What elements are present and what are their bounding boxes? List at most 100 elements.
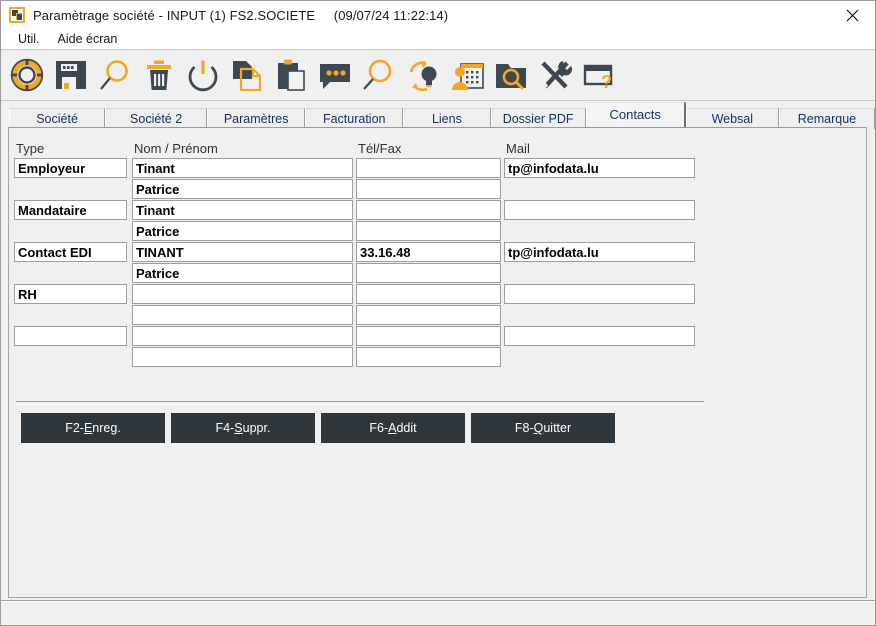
title-bar: Paramètrage société - INPUT (1) FS2.SOCI… — [1, 1, 875, 29]
tab-dossier-pdf[interactable]: Dossier PDF — [490, 108, 586, 129]
contact-tel-field[interactable] — [356, 242, 501, 262]
contact-type-field-placeholder — [14, 221, 127, 241]
tab-param-tres[interactable]: Paramètres — [207, 108, 306, 129]
power-icon[interactable] — [181, 53, 225, 97]
svg-text:?: ? — [601, 72, 612, 92]
contact-row — [14, 158, 704, 179]
magnifier-icon[interactable] — [93, 53, 137, 97]
toolbar: ? — [1, 50, 875, 101]
contact-name-field[interactable] — [132, 347, 353, 367]
contact-tel-field[interactable] — [356, 221, 501, 241]
contact-mail-field[interactable] — [504, 200, 695, 220]
contact-type-field[interactable] — [14, 200, 127, 220]
contact-row — [14, 200, 704, 221]
button-label-prefix: F6- — [369, 421, 389, 435]
contact-name-field[interactable] — [132, 284, 353, 304]
tab-soci-t-2[interactable]: Société 2 — [105, 108, 208, 129]
contact-mail-field[interactable] — [504, 326, 695, 346]
contact-name-field[interactable] — [132, 200, 353, 220]
contact-name-field[interactable] — [132, 221, 353, 241]
menu-item-util[interactable]: Util. — [9, 32, 49, 46]
contact-name-field[interactable] — [132, 305, 353, 325]
button-label-mnemonic: S — [234, 421, 243, 435]
menu-item-aide-ecran[interactable]: Aide écran — [49, 32, 127, 46]
contact-tel-field[interactable] — [356, 179, 501, 199]
form-rows — [14, 158, 704, 368]
contact-type-field[interactable] — [14, 284, 127, 304]
contact-type-field[interactable] — [14, 158, 127, 178]
contact-row — [14, 263, 704, 284]
contact-tel-field[interactable] — [356, 200, 501, 220]
contact-row — [14, 326, 704, 347]
folder-search-icon[interactable] — [489, 53, 533, 97]
contact-mail-field[interactable] — [504, 242, 695, 262]
copy-pages-icon[interactable] — [225, 53, 269, 97]
tab-bar: Société Société 2 Paramètres Facturation Lie… — [1, 101, 875, 129]
contact-tel-field[interactable] — [356, 284, 501, 304]
contact-name-field[interactable] — [132, 242, 353, 262]
tab-liens[interactable]: Liens — [403, 108, 491, 129]
save-button[interactable]: F2- Enreg. — [21, 413, 165, 443]
button-label-prefix: F8- — [514, 421, 534, 435]
refresh-bulb-icon[interactable] — [401, 53, 445, 97]
tab-soci-t[interactable]: Société — [9, 108, 106, 129]
contact-tel-field[interactable] — [356, 305, 501, 325]
column-header-type: Type — [16, 140, 45, 156]
contact-type-field-placeholder — [14, 179, 127, 199]
contact-mail-field-placeholder — [504, 347, 695, 367]
contact-tel-field[interactable] — [356, 158, 501, 178]
lifebuoy-icon[interactable] — [5, 53, 49, 97]
contacts-panel: Type Nom / Prénom Tél/Fax Mail F2-Enreg.… — [8, 127, 867, 598]
window-title: Paramètrage société - INPUT (1) FS2.SOCI… — [33, 7, 449, 23]
add-button[interactable]: F6- Addit — [321, 413, 465, 443]
contact-name-field[interactable] — [132, 263, 353, 283]
comment-bubble-icon[interactable] — [313, 53, 357, 97]
button-label-mnemonic: Q — [533, 421, 544, 435]
button-label-suffix: uitter — [543, 421, 572, 435]
button-label-prefix: F2- — [65, 421, 84, 435]
contact-row — [14, 284, 704, 305]
save-floppy-icon[interactable] — [49, 53, 93, 97]
clipboard-paste-icon[interactable] — [269, 53, 313, 97]
contact-name-field[interactable] — [132, 158, 353, 178]
magnifier-plain-icon[interactable] — [357, 53, 401, 97]
contact-row — [14, 242, 704, 263]
contact-type-field[interactable] — [14, 242, 127, 262]
contact-mail-field-placeholder — [504, 221, 695, 241]
contact-type-field[interactable] — [14, 326, 127, 346]
contact-tel-field[interactable] — [356, 263, 501, 283]
button-label-suffix: uppr. — [242, 421, 271, 435]
tab-remarque[interactable]: Remarque — [778, 108, 875, 129]
contact-row — [14, 305, 704, 326]
status-bar — [1, 600, 875, 625]
button-label-suffix: nreg. — [92, 421, 121, 435]
contact-type-field-placeholder — [14, 347, 127, 367]
contact-tel-field[interactable] — [356, 347, 501, 367]
tab-contacts[interactable]: Contacts — [585, 102, 686, 127]
close-icon[interactable] — [829, 1, 875, 29]
tools-icon[interactable] — [533, 53, 577, 97]
contact-name-field[interactable] — [132, 179, 353, 199]
application-window: Paramètrage société - INPUT (1) FS2.SOCI… — [0, 0, 876, 626]
form-header-row: Type Nom / Prénom Tél/Fax Mail — [14, 138, 704, 158]
tab-websal[interactable]: Websal — [685, 108, 779, 129]
contact-tel-field[interactable] — [356, 326, 501, 346]
trash-icon[interactable] — [137, 53, 181, 97]
column-header-mail: Mail — [506, 140, 530, 156]
tab-facturation[interactable]: Facturation — [305, 108, 404, 129]
delete-button[interactable]: F4- Suppr. — [171, 413, 315, 443]
contact-name-field[interactable] — [132, 326, 353, 346]
button-label-suffix: ddit — [396, 421, 417, 435]
window-help-icon[interactable]: ? — [577, 53, 621, 97]
column-header-name: Nom / Prénom — [134, 140, 218, 156]
contact-type-field-placeholder — [14, 263, 127, 283]
quit-button[interactable]: F8- Quitter — [471, 413, 615, 443]
contact-mail-field[interactable] — [504, 158, 695, 178]
button-label-prefix: F4- — [215, 421, 235, 435]
section-divider — [16, 401, 704, 405]
column-header-tel: Tél/Fax — [358, 140, 402, 156]
contact-calendar-icon[interactable] — [445, 53, 489, 97]
action-button-bar: F2- Enreg. F4- Suppr. F6- Addit F8- Quitter — [21, 413, 621, 443]
contact-mail-field[interactable] — [504, 284, 695, 304]
button-label-mnemonic: E — [83, 421, 93, 435]
